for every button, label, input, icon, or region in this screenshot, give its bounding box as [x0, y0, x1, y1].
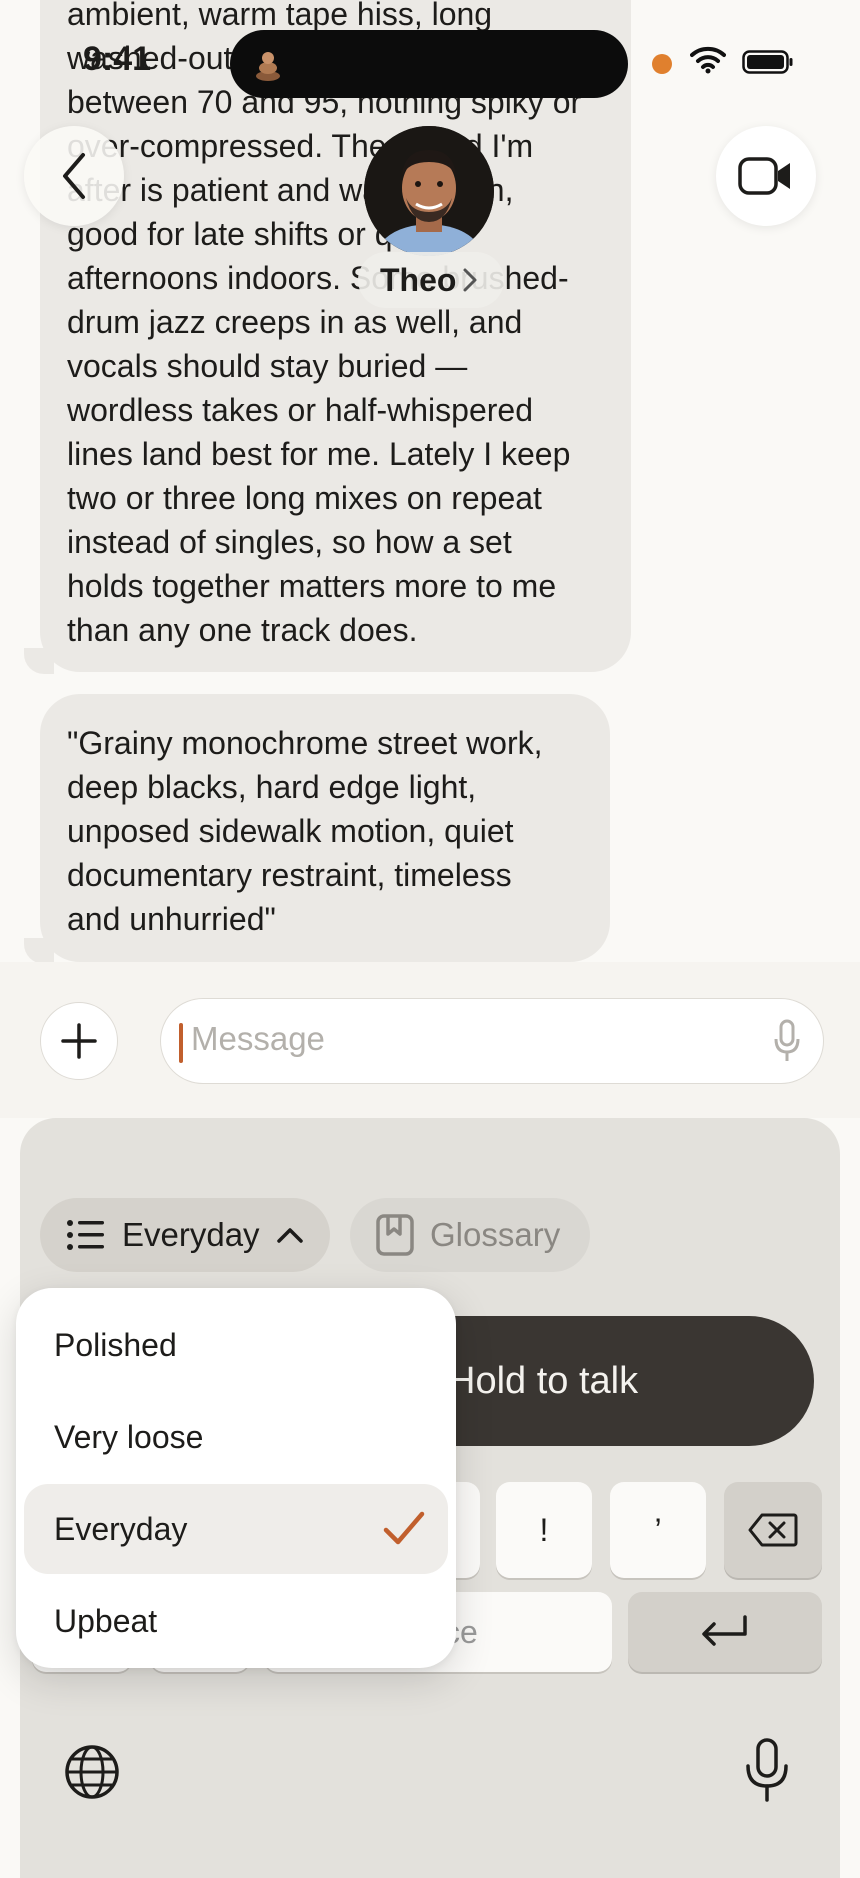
- chevron-right-icon: [463, 268, 477, 292]
- message-line: after is patient and warm, even,: [67, 172, 514, 208]
- style-menu: Polished Very loose Everyday Upbeat: [16, 1288, 456, 1668]
- message-line: wordless takes or half-whispered: [67, 392, 533, 428]
- message-line: than any one track does.: [67, 612, 418, 648]
- message-line: two or three long mixes on repeat: [67, 480, 542, 516]
- message-line: deep blacks, hard edge light,: [67, 769, 477, 805]
- style-option-polished[interactable]: Polished: [24, 1300, 448, 1390]
- return-icon: [702, 1615, 747, 1646]
- text-caret: [179, 1023, 183, 1063]
- message-placeholder: Message: [191, 1020, 325, 1057]
- message-line: documentary restraint, timeless: [67, 857, 512, 893]
- contact-name: Theo: [380, 261, 457, 298]
- message-line: over-compressed. The sound I'm: [67, 128, 534, 164]
- message-line: holds together matters more to me: [67, 568, 557, 604]
- style-option-everyday[interactable]: Everyday: [24, 1484, 448, 1574]
- return-key[interactable]: [628, 1592, 822, 1672]
- camera-indicator-icon: [652, 54, 672, 74]
- status-time: 9:41: [83, 40, 152, 78]
- microphone-icon[interactable]: [773, 1019, 801, 1063]
- bubble-tail: [24, 648, 54, 674]
- activity-icon: [256, 52, 280, 81]
- message-line: instead of singles, so how a set: [67, 524, 512, 560]
- style-chip-label: Everyday: [122, 1216, 260, 1253]
- message-line: unposed sidewalk motion, quiet: [67, 813, 514, 849]
- message-line: and unhurried": [67, 901, 276, 937]
- globe-icon[interactable]: [64, 1744, 120, 1800]
- style-option-label: Polished: [54, 1326, 177, 1363]
- avatar[interactable]: [364, 126, 494, 256]
- contact-photo: [364, 126, 494, 256]
- message-line: afternoons indoors. Some brushed-: [67, 260, 569, 296]
- style-option-very-loose[interactable]: Very loose: [24, 1392, 448, 1482]
- bookmark-book-icon: [376, 1214, 414, 1256]
- glossary-label: Glossary: [430, 1216, 561, 1253]
- message-line: "Grainy monochrome street work,: [67, 725, 543, 761]
- message-bubble-1: ambient, warm tape hiss, long washed-out …: [40, 0, 631, 672]
- glossary-button[interactable]: Glossary: [350, 1198, 590, 1272]
- video-camera-icon: [738, 157, 790, 195]
- message-line: good for late shifts or quiet: [67, 216, 445, 252]
- delete-key[interactable]: [724, 1482, 822, 1578]
- bubble-tail: [24, 938, 54, 964]
- wifi-icon: [690, 46, 726, 74]
- message-line: vocals should stay buried —: [67, 348, 468, 384]
- backspace-icon: [748, 1513, 798, 1547]
- hold-to-talk-label: Hold to talk: [448, 1359, 639, 1402]
- style-option-label: Upbeat: [54, 1602, 158, 1639]
- message-line: lines land best for me. Lately I keep: [67, 436, 571, 472]
- add-attachment-button[interactable]: [40, 1002, 118, 1080]
- message-line: drum jazz creeps in as well, and: [67, 304, 523, 340]
- back-button[interactable]: [24, 126, 124, 226]
- style-option-upbeat[interactable]: Upbeat: [24, 1576, 448, 1666]
- checkmark-icon: [383, 1511, 425, 1545]
- key-exclamation[interactable]: !: [496, 1482, 592, 1578]
- dynamic-island: [230, 30, 628, 98]
- chevron-left-icon: [63, 153, 85, 199]
- battery-icon: [742, 50, 793, 74]
- style-option-label: Very loose: [54, 1418, 204, 1455]
- style-dropdown-button[interactable]: Everyday: [40, 1198, 330, 1272]
- video-call-button[interactable]: [716, 126, 816, 226]
- list-icon: [67, 1220, 104, 1250]
- style-option-label: Everyday: [54, 1510, 188, 1547]
- plus-icon: [61, 1023, 97, 1059]
- contact-name-button[interactable]: Theo: [358, 252, 505, 308]
- microphone-icon[interactable]: [744, 1738, 790, 1802]
- message-bubble-2: "Grainy monochrome street work, deep blac…: [40, 694, 610, 962]
- key-apostrophe[interactable]: ’: [610, 1482, 706, 1578]
- message-input[interactable]: Message: [160, 998, 824, 1084]
- chevron-up-icon: [276, 1228, 303, 1243]
